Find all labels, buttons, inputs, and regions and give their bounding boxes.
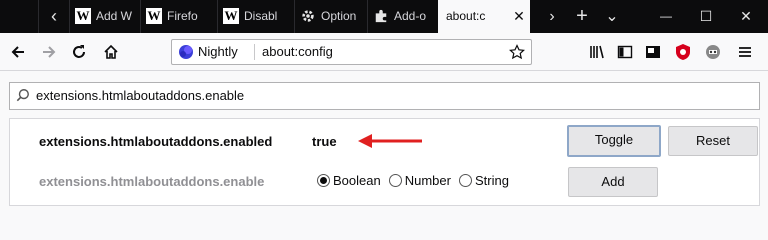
sidebar-button[interactable] <box>612 39 638 65</box>
red-arrow-annotation <box>358 134 422 148</box>
home-button[interactable] <box>98 39 124 65</box>
maximize-button[interactable]: ☐ <box>688 0 724 33</box>
boolean-radio[interactable]: Boolean <box>317 173 381 188</box>
scroll-tabs-left-button[interactable]: ‹ <box>38 0 69 33</box>
reset-button[interactable]: Reset <box>668 126 758 156</box>
chevron-right-icon: › <box>549 8 555 25</box>
search-icon <box>16 88 30 105</box>
sidebar-icon <box>617 45 633 59</box>
tab-label: Firefo <box>167 9 198 23</box>
wikipedia-icon: W <box>75 8 91 24</box>
close-window-button[interactable]: ✕ <box>728 0 764 33</box>
new-tab-button[interactable]: + <box>568 0 596 33</box>
pref-type-selector: Boolean Number String <box>317 173 513 188</box>
reload-button[interactable] <box>66 39 92 65</box>
nightly-logo-icon <box>179 45 193 59</box>
tab-label: Add-o <box>394 9 427 23</box>
pref-value[interactable]: true <box>312 134 337 149</box>
forward-button[interactable] <box>36 39 62 65</box>
url-text[interactable]: about:config <box>262 40 333 64</box>
url-separator <box>254 44 255 60</box>
tab-bar: ‹ W Add W W Firefo W Disabl Option Add-o… <box>0 0 768 33</box>
hamburger-menu-icon <box>739 47 751 57</box>
number-radio[interactable]: Number <box>388 173 451 188</box>
privacy-badger-button[interactable] <box>700 39 726 65</box>
minimize-button[interactable]: — <box>648 0 684 33</box>
tab-about-config[interactable]: about:c ✕ <box>438 0 530 33</box>
tab-label: Option <box>321 9 357 23</box>
close-icon[interactable]: ✕ <box>508 0 530 33</box>
extension-button[interactable] <box>640 39 666 65</box>
ublock-icon <box>676 44 690 60</box>
gear-icon <box>300 8 316 24</box>
forward-arrow-icon <box>43 46 56 58</box>
library-icon <box>590 45 604 59</box>
bookmark-star-icon[interactable] <box>509 44 525 63</box>
config-search-input[interactable]: extensions.htmlaboutaddons.enable <box>9 82 760 110</box>
reload-icon <box>73 45 85 58</box>
tab-label: Disabl <box>244 9 278 23</box>
home-icon <box>104 44 118 59</box>
toggle-button[interactable]: Toggle <box>567 125 661 157</box>
extension-icon <box>646 46 660 58</box>
tab-label: Add W <box>96 9 133 23</box>
library-button[interactable] <box>584 39 610 65</box>
tab-add-w[interactable]: W Add W <box>69 0 140 33</box>
puzzle-icon <box>373 8 389 24</box>
minimize-icon: — <box>660 9 672 23</box>
wikipedia-icon: W <box>146 8 162 24</box>
scroll-tabs-right-button[interactable]: › <box>538 0 566 33</box>
plus-icon: + <box>576 5 588 27</box>
tab-label: about:c <box>446 9 486 23</box>
pref-name: extensions.htmlaboutaddons.enabled <box>39 134 273 149</box>
url-bar[interactable]: Nightly about:config <box>171 39 532 65</box>
tab-options[interactable]: Option <box>294 0 367 33</box>
ublock-button[interactable] <box>670 39 696 65</box>
maximize-icon: ☐ <box>699 8 713 24</box>
close-icon: ✕ <box>740 8 752 24</box>
tab-disable[interactable]: W Disabl <box>217 0 294 33</box>
wikipedia-icon: W <box>223 8 239 24</box>
preferences-table: extensions.htmlaboutaddons.enabled true … <box>9 118 760 206</box>
tab-addons[interactable]: Add-o <box>367 0 438 33</box>
menu-button[interactable] <box>732 39 758 65</box>
list-all-tabs-button[interactable]: ⌄ <box>598 0 626 33</box>
add-button[interactable]: Add <box>568 167 658 197</box>
chevron-down-icon: ⌄ <box>605 8 619 25</box>
search-value: extensions.htmlaboutaddons.enable <box>36 88 245 103</box>
navigation-bar: Nightly about:config <box>0 33 768 71</box>
back-button[interactable] <box>5 39 31 65</box>
chevron-left-icon: ‹ <box>51 6 57 26</box>
string-radio[interactable]: String <box>458 173 509 188</box>
identity-label: Nightly <box>198 44 238 59</box>
tab-firefox[interactable]: W Firefo <box>140 0 217 33</box>
back-arrow-icon <box>11 46 24 58</box>
privacy-badger-icon <box>706 45 720 59</box>
new-pref-name: extensions.htmlaboutaddons.enable <box>39 174 265 189</box>
identity-box[interactable]: Nightly <box>178 40 238 64</box>
